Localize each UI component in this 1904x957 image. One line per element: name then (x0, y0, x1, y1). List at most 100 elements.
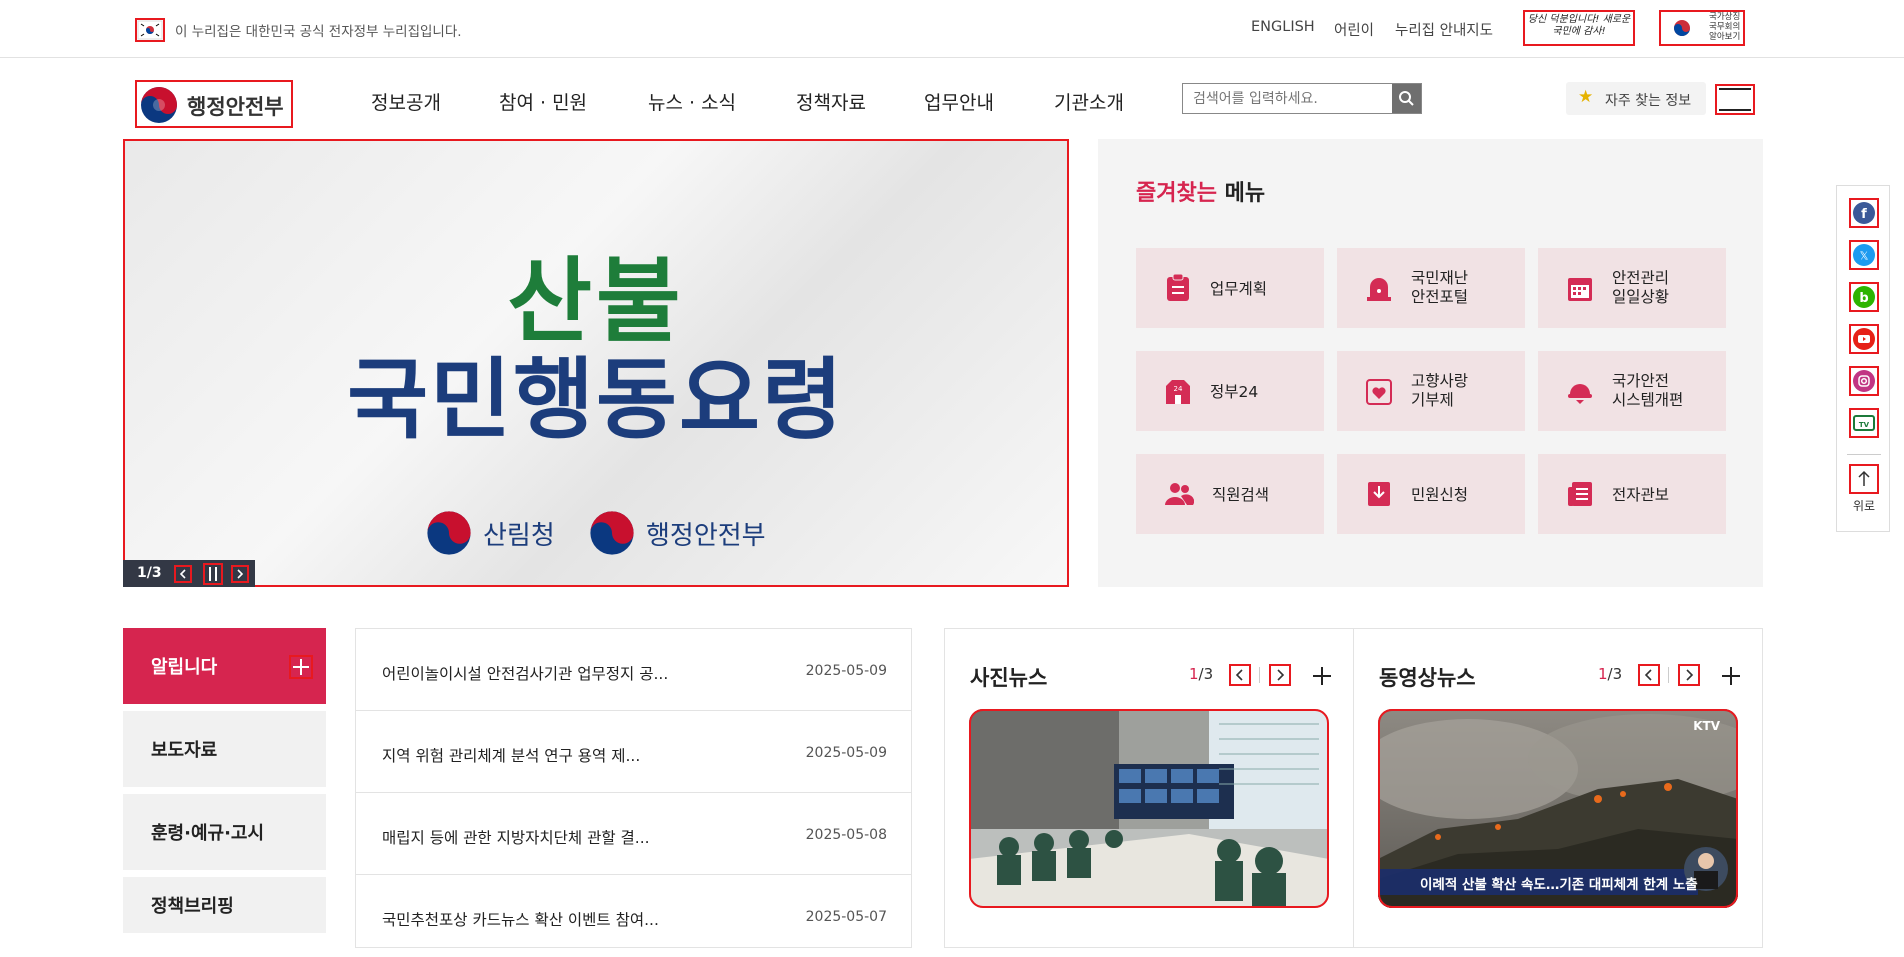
tv-icon: TV (1853, 415, 1875, 431)
notice-more-button[interactable] (289, 655, 313, 679)
tab-regulations[interactable]: 훈령·예규·고시 (123, 794, 326, 870)
taegeuk-logo-icon (427, 511, 471, 555)
video-caption: 이례적 산불 확산 속도…기존 대피체계 한계 노출 (1420, 877, 1698, 893)
nav-divider (1668, 667, 1669, 683)
video-next-button[interactable] (1678, 664, 1700, 686)
hero-org1-label: 산림청 (483, 520, 555, 551)
top-utility-bar: 이 누리집은 대한민국 공식 전자정부 누리집입니다. ENGLISH 어린이 … (0, 0, 1904, 58)
ministry-logo[interactable]: 행정안전부 (135, 80, 293, 128)
fav-item-safety-daily[interactable]: 안전관리 일일상황 (1538, 248, 1726, 328)
nav-about[interactable]: 기관소개 (1054, 88, 1124, 115)
photo-news-title: 사진뉴스 (970, 666, 1048, 690)
video-more-button[interactable] (1720, 661, 1742, 694)
video-prev-button[interactable] (1638, 664, 1660, 686)
hero-prev-button[interactable] (174, 565, 192, 583)
favorite-menu-panel: 즐겨찾는 메뉴 업무계획 국민재난 안전포털 안전관리 일일상황 24 정부24… (1098, 139, 1763, 587)
fav-item-staff-search[interactable]: 직원검색 (1136, 454, 1324, 534)
instagram-button[interactable] (1849, 366, 1879, 396)
sitemap-link[interactable]: 누리집 안내지도 (1395, 19, 1493, 40)
tab-press-release[interactable]: 보도자료 (123, 711, 326, 787)
blog-icon: b (1853, 286, 1875, 308)
nav-info-disclosure[interactable]: 정보공개 (371, 88, 441, 115)
hero-slider-controls: 1/3 (123, 560, 255, 587)
building-24-icon: 24 (1166, 380, 1190, 404)
photo-news-image[interactable] (969, 709, 1329, 908)
notice-list: 어린이놀이시설 안전검사기관 업무정지 공... 2025-05-09 지역 위험… (355, 628, 912, 948)
photo-news-box: 사진뉴스 1/3 (944, 628, 1354, 948)
hero-next-button[interactable] (231, 565, 249, 583)
svg-text:24: 24 (1174, 385, 1183, 393)
video-news-thumbnail[interactable]: KTV 이례적 산불 확산 속도…기존 대피체계 한계 노출 (1378, 709, 1738, 908)
hero-org-mois: 행정안전부 (588, 509, 766, 557)
fav-item-official-gazette[interactable]: 전자관보 (1538, 454, 1726, 534)
hero-pause-button[interactable] (203, 563, 223, 585)
helmet-icon (1568, 384, 1592, 404)
fav-item-work-plan[interactable]: 업무계획 (1136, 248, 1324, 328)
chevron-left-icon (1235, 669, 1243, 681)
chevron-left-icon (1644, 669, 1652, 681)
chevron-right-icon (1277, 669, 1285, 681)
video-news-box: 동영상뉴스 1/3 KTV 이례적 산불 확산 속도…기존 대피체계 한계 노출 (1353, 628, 1763, 948)
taegeuk-logo-icon (590, 511, 634, 555)
hero-title-line2: 국민행동요령 (347, 348, 845, 451)
people-icon (1165, 483, 1194, 505)
main-hero-slider[interactable]: 산불 국민행동요령 산림청 행정안전부 (123, 139, 1069, 587)
star-icon: ★ (1578, 87, 1594, 107)
taegeuk-logo-icon (141, 87, 177, 123)
youtube-button[interactable] (1849, 324, 1879, 354)
all-menu-button[interactable] (1715, 84, 1755, 115)
plus-icon (1313, 667, 1331, 685)
nav-business-guide[interactable]: 업무안내 (924, 88, 994, 115)
list-item[interactable]: 매립지 등에 관한 지방자치단체 관할 결... 2025-05-08 (356, 793, 911, 875)
notice-date: 2025-05-08 (805, 827, 887, 843)
tab-policy-briefing[interactable]: 정책브리핑 (123, 877, 326, 933)
quick-divider (1847, 454, 1881, 455)
hero-org2-label: 행정안전부 (646, 520, 766, 551)
kids-link[interactable]: 어린이 (1334, 19, 1374, 40)
inbox-download-icon (1368, 482, 1390, 506)
tab-notice-label: 알립니다 (151, 657, 218, 678)
fav-item-national-safety[interactable]: 국가안전 시스템개편 (1538, 351, 1726, 431)
national-symbol-banner[interactable]: 국가상징 국무회의 알아보기 (1659, 10, 1745, 46)
scroll-top-button[interactable] (1849, 464, 1879, 494)
notice-title: 매립지 등에 관한 지방자치단체 관할 결... (382, 829, 650, 847)
photo-prev-button[interactable] (1229, 664, 1251, 686)
document-list-icon (1568, 482, 1592, 506)
x-twitter-button[interactable]: 𝕏 (1849, 240, 1879, 270)
facebook-button[interactable]: f (1849, 198, 1879, 228)
nav-policy-data[interactable]: 정책자료 (796, 88, 866, 115)
list-item[interactable]: 지역 위험 관리체계 분석 연구 용역 제... 2025-05-09 (356, 711, 911, 793)
list-item[interactable]: 어린이놀이시설 안전검사기관 업무정지 공... 2025-05-09 (356, 629, 911, 711)
campaign-banner[interactable]: 당신 덕분입니다! 새로운 국민에 감사! (1523, 10, 1635, 46)
tv-button[interactable]: TV (1849, 408, 1879, 438)
svg-text:𝕏: 𝕏 (1860, 250, 1869, 263)
search-input[interactable] (1183, 84, 1393, 113)
nav-divider (1259, 667, 1260, 683)
nav-participation[interactable]: 참여 · 민원 (499, 88, 587, 115)
photo-more-button[interactable] (1311, 661, 1333, 694)
fav-item-gov24[interactable]: 24 정부24 (1136, 351, 1324, 431)
fav-item-civil-petition[interactable]: 민원신청 (1337, 454, 1525, 534)
notice-title: 지역 위험 관리체계 분석 연구 용역 제... (382, 747, 641, 765)
fav-item-hometown-donation[interactable]: 고향사랑 기부제 (1337, 351, 1525, 431)
fav-item-disaster-portal[interactable]: 국민재난 안전포털 (1337, 248, 1525, 328)
korea-flag-icon[interactable] (135, 18, 165, 42)
quick-side-bar: f 𝕏 b TV 위로 (1836, 185, 1890, 532)
fav-item-label: 안전관리 일일상황 (1612, 269, 1670, 306)
tab-notice[interactable]: 알립니다 (123, 628, 326, 704)
nav-news[interactable]: 뉴스 · 소식 (648, 88, 736, 115)
notice-date: 2025-05-09 (805, 745, 887, 761)
photo-next-button[interactable] (1269, 664, 1291, 686)
blog-button[interactable]: b (1849, 282, 1879, 312)
search-icon (1399, 91, 1414, 106)
frequent-info-button[interactable]: ★ 자주 찾는 정보 (1566, 82, 1706, 115)
list-item[interactable]: 국민추천포상 카드뉴스 확산 이벤트 참여... 2025-05-07 (356, 875, 911, 957)
english-link[interactable]: ENGLISH (1251, 19, 1315, 35)
photo-news-counter: 1/3 (1189, 665, 1214, 683)
search-button[interactable] (1392, 84, 1421, 113)
banner2-label: 국가상징 국무회의 알아보기 (1709, 12, 1741, 42)
siren-icon (1367, 278, 1391, 301)
gov-site-notice[interactable]: 이 누리집은 대한민국 공식 전자정부 누리집입니다. (175, 20, 462, 40)
notice-title: 어린이놀이시설 안전검사기관 업무정지 공... (382, 665, 669, 683)
clipboard-icon (1167, 273, 1189, 301)
